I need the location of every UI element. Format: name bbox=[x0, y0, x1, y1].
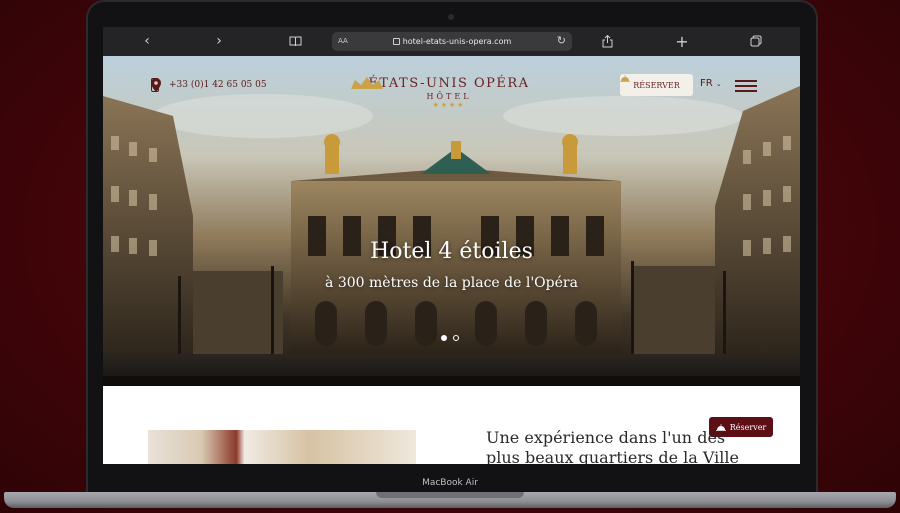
phone-number[interactable]: +33 (0)1 42 65 05 05 bbox=[169, 80, 267, 90]
device-label: MacBook Air bbox=[422, 478, 478, 488]
carousel-dot[interactable] bbox=[441, 335, 447, 341]
contact-bar: +33 (0)1 42 65 05 05 bbox=[151, 78, 267, 92]
browser-toolbar: ‹ › AA hotel-etats-unis-opera.com ↻ + bbox=[103, 27, 800, 56]
hero-title: Hotel 4 étoiles bbox=[370, 239, 533, 264]
tabs-icon[interactable] bbox=[748, 33, 764, 49]
chevron-down-icon: ⌄ bbox=[715, 80, 722, 88]
language-selector[interactable]: FR ⌄ bbox=[700, 78, 722, 89]
location-pin-icon[interactable] bbox=[151, 78, 161, 92]
hero-banner: +33 (0)1 42 65 05 05 ÉTATS-UNIS OPÉRA HÔ… bbox=[103, 56, 800, 386]
reserve-button[interactable]: RÉSERVER bbox=[620, 74, 693, 96]
forward-icon[interactable]: › bbox=[211, 33, 227, 49]
section-headline: Une expérience dans l'un des plus beaux … bbox=[486, 428, 739, 464]
intro-section: Réserver Une expérience dans l'un des pl… bbox=[103, 386, 800, 464]
camera-icon bbox=[448, 14, 454, 20]
reserve-button-label: RÉSERVER bbox=[633, 80, 680, 90]
url-text: hotel-etats-unis-opera.com bbox=[402, 37, 512, 46]
carousel-dot[interactable] bbox=[453, 335, 459, 341]
room-photo bbox=[148, 430, 416, 464]
laptop-notch bbox=[376, 492, 524, 498]
bookmarks-icon[interactable] bbox=[287, 33, 303, 49]
browser-screen: ‹ › AA hotel-etats-unis-opera.com ↻ + +3… bbox=[103, 27, 800, 464]
hero-subtitle: à 300 mètres de la place de l'Opéra bbox=[325, 275, 578, 291]
bell-icon bbox=[620, 75, 630, 82]
language-label: FR bbox=[700, 78, 713, 89]
back-icon[interactable]: ‹ bbox=[139, 33, 155, 49]
crown-icon bbox=[351, 77, 383, 89]
reload-icon[interactable]: ↻ bbox=[557, 34, 566, 47]
logo-stars: ★★★★ bbox=[432, 101, 466, 109]
new-tab-icon[interactable]: + bbox=[674, 32, 690, 51]
lock-icon bbox=[392, 38, 400, 45]
address-bar[interactable]: AA hotel-etats-unis-opera.com ↻ bbox=[332, 32, 572, 51]
carousel-dots bbox=[441, 335, 459, 341]
share-icon[interactable] bbox=[599, 33, 615, 49]
hotel-logo[interactable]: ÉTATS-UNIS OPÉRA HÔTEL ★★★★ bbox=[349, 76, 549, 109]
logo-sub: HÔTEL bbox=[426, 92, 472, 101]
menu-icon[interactable] bbox=[735, 80, 757, 92]
